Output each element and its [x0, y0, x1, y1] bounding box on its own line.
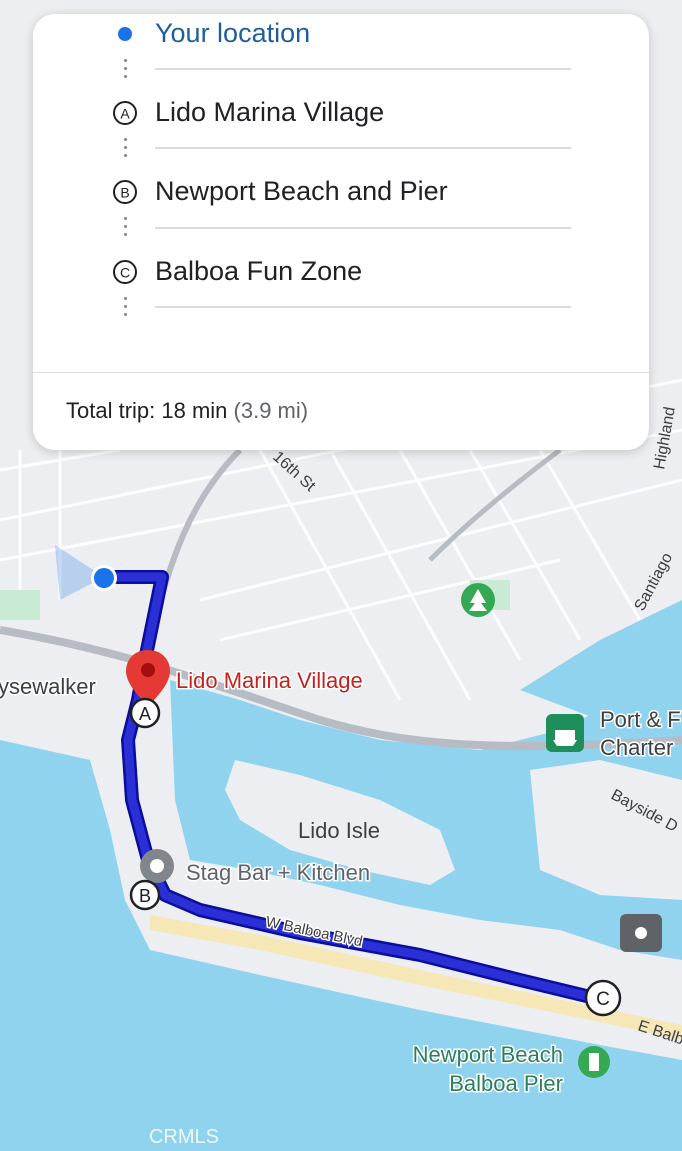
route-dots	[124, 217, 127, 241]
port-label-line1[interactable]: Port & F	[599, 706, 682, 734]
svg-text:C: C	[596, 989, 610, 1010]
pier-icon[interactable]	[578, 1046, 610, 1078]
route-card: Your location A Lido Marina Village B Ne…	[33, 14, 649, 450]
divider	[155, 147, 571, 149]
origin-label: Your location	[155, 18, 311, 48]
stop-row-b[interactable]: B Newport Beach and Pier	[33, 172, 649, 212]
svg-text:A: A	[120, 106, 130, 122]
stop-c-name: Balboa Fun Zone	[155, 256, 363, 286]
stop-b-icon: B	[113, 180, 137, 204]
stop-a-icon: A	[113, 101, 137, 125]
trip-summary: Total trip: 18 min (3.9 mi)	[66, 398, 308, 424]
route-marker-a[interactable]: A	[129, 697, 161, 729]
origin-dot[interactable]	[94, 568, 114, 588]
route-dots	[124, 138, 127, 162]
route-dots	[124, 297, 127, 321]
port-label-line2[interactable]: Charter	[599, 734, 675, 762]
total-trip-label: Total trip: 18 min	[66, 398, 228, 423]
newport-pier-label-line2[interactable]: Balboa Pier	[448, 1070, 565, 1098]
watermark: CRMLS	[149, 1126, 219, 1148]
newport-pier-label-line1[interactable]: Newport Beach	[411, 1041, 564, 1069]
poi-icon[interactable]	[620, 914, 662, 952]
summary-separator	[33, 372, 649, 373]
lido-isle-label: Lido Isle	[298, 818, 380, 843]
park-icon[interactable]	[461, 583, 495, 617]
total-distance: (3.9 mi)	[233, 398, 309, 423]
park-area	[0, 590, 40, 620]
stop-a-name: Lido Marina Village	[155, 97, 385, 127]
stop-c-icon: C	[113, 260, 137, 284]
lido-marina-village-label[interactable]: Lido Marina Village	[175, 667, 365, 695]
stag-bar-label[interactable]: Stag Bar + Kitchen	[185, 859, 372, 887]
stag-bar-pin[interactable]	[140, 849, 174, 883]
stop-row-a[interactable]: A Lido Marina Village	[33, 93, 649, 133]
route-marker-c[interactable]: C	[584, 979, 622, 1017]
svg-text:B: B	[120, 185, 129, 201]
origin-row[interactable]: Your location	[33, 14, 649, 54]
route-marker-b[interactable]: B	[129, 879, 161, 911]
svg-text:A: A	[139, 704, 151, 724]
stop-b-name: Newport Beach and Pier	[155, 176, 448, 206]
divider	[155, 306, 571, 308]
your-location-icon	[118, 27, 132, 41]
ferry-icon[interactable]	[546, 714, 584, 752]
route-dots	[124, 59, 127, 83]
divider	[155, 68, 571, 70]
divider	[155, 227, 571, 229]
svg-text:C: C	[120, 265, 130, 281]
sewalker-label[interactable]: ysewalker	[0, 673, 97, 701]
stop-row-c[interactable]: C Balboa Fun Zone	[33, 252, 649, 292]
svg-text:B: B	[139, 886, 151, 906]
